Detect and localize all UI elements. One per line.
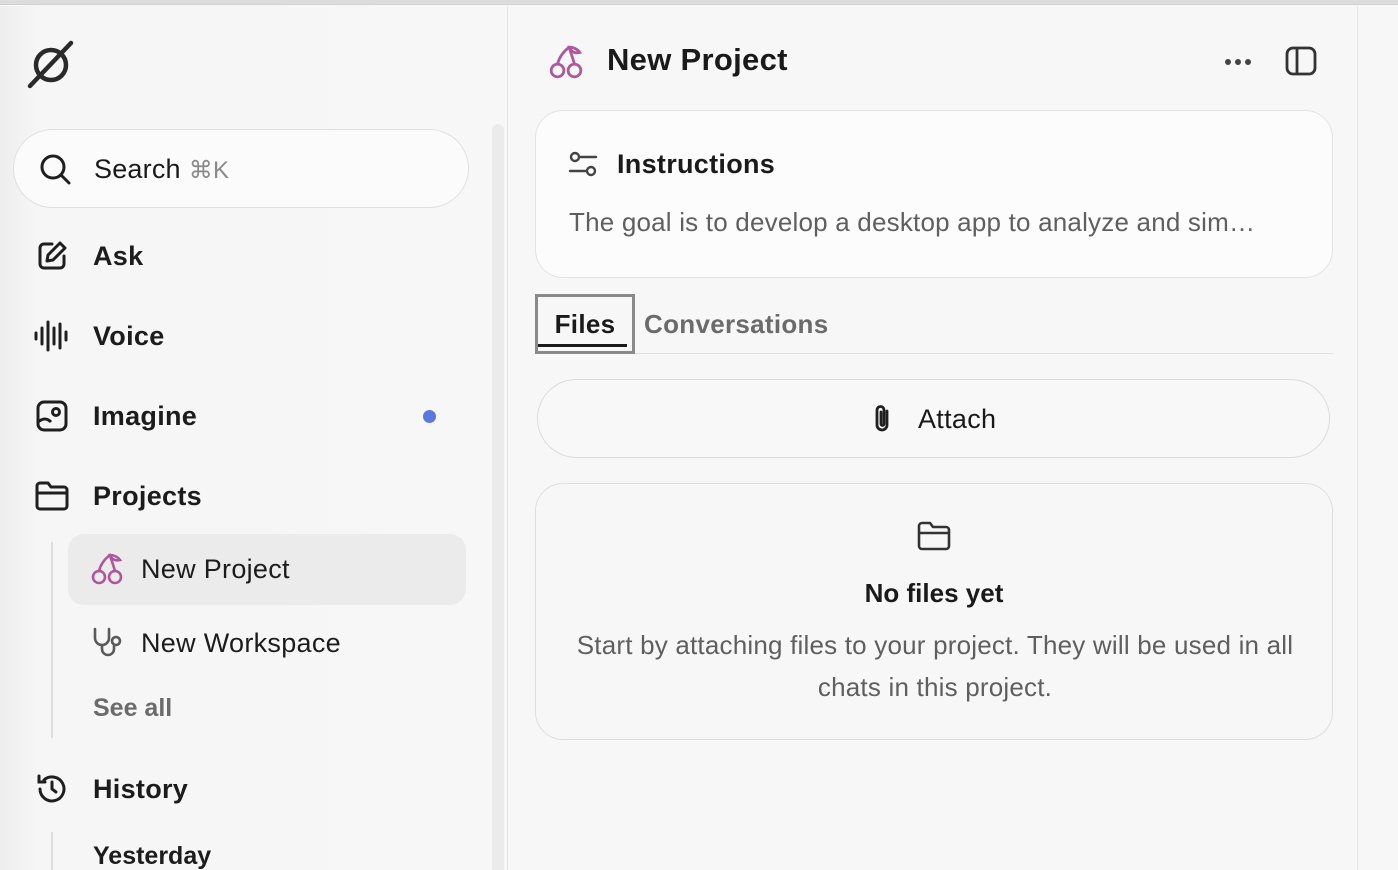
sidebar: Search ⌘K Ask Voice Imagine Projects New …	[0, 6, 508, 870]
new-badge-dot	[423, 409, 436, 423]
sliders-icon	[568, 151, 598, 182]
tab-conversations[interactable]: Conversations	[644, 294, 829, 354]
nav-label-history: History	[93, 773, 189, 804]
history-group-label: Yesterday	[93, 842, 212, 870]
empty-state-title: No files yet	[864, 578, 1004, 608]
attach-label: Attach	[918, 404, 997, 434]
search-input[interactable]: Search ⌘K	[13, 129, 469, 208]
history-rail	[51, 832, 53, 870]
nav-item-voice[interactable]: Voice	[30, 308, 460, 364]
cherry-icon	[548, 44, 584, 85]
attach-button[interactable]: Attach	[537, 379, 1330, 458]
search-label: Search ⌘K	[94, 154, 230, 184]
project-item-label: New Project	[141, 554, 290, 584]
nav-item-ask[interactable]: Ask	[30, 228, 460, 284]
page-title: New Project	[607, 42, 788, 77]
see-all-link[interactable]: See all	[93, 694, 172, 723]
nav-item-imagine[interactable]: Imagine	[30, 388, 460, 444]
search-icon	[38, 152, 72, 191]
instructions-card[interactable]: Instructions The goal is to develop a de…	[535, 110, 1333, 278]
waveform-icon	[30, 314, 74, 358]
project-tabs: Files Conversations	[535, 294, 1333, 354]
stethoscope-icon	[90, 626, 124, 665]
project-item-new-workspace[interactable]: New Workspace	[68, 608, 466, 679]
right-panel-edge	[1357, 6, 1398, 870]
more-options-button[interactable]	[1218, 44, 1258, 80]
instructions-title: Instructions	[617, 149, 776, 179]
toggle-panel-button[interactable]	[1280, 42, 1322, 84]
tab-files[interactable]: Files	[535, 294, 635, 354]
search-shortcut: ⌘K	[188, 157, 230, 184]
nav-label-ask: Ask	[93, 240, 144, 271]
app-logo-icon[interactable]	[24, 38, 80, 94]
project-item-label: New Workspace	[141, 628, 341, 658]
project-item-new-project[interactable]: New Project	[68, 534, 466, 605]
paperclip-icon	[868, 402, 898, 441]
folder-icon	[916, 520, 952, 557]
cherry-icon	[90, 552, 124, 591]
nav-item-history[interactable]: History	[30, 761, 460, 817]
folder-icon	[30, 474, 74, 518]
edit-icon	[30, 234, 74, 278]
window-top-border	[0, 0, 1398, 5]
nav-item-projects[interactable]: Projects	[30, 468, 460, 524]
nav-label-projects: Projects	[93, 480, 202, 511]
files-empty-state: No files yet Start by attaching files to…	[535, 483, 1333, 740]
nav-label-voice: Voice	[93, 320, 165, 351]
projects-rail	[51, 542, 53, 738]
ellipsis-icon	[1224, 53, 1252, 71]
sidebar-scrollbar[interactable]	[492, 124, 504, 870]
empty-state-text: Start by attaching files to your project…	[576, 630, 1294, 702]
history-icon	[30, 767, 74, 811]
image-icon	[30, 394, 74, 438]
instructions-text: The goal is to develop a desktop app to …	[569, 207, 1256, 237]
nav-label-imagine: Imagine	[93, 400, 198, 431]
sidebar-panel-icon	[1285, 46, 1317, 81]
